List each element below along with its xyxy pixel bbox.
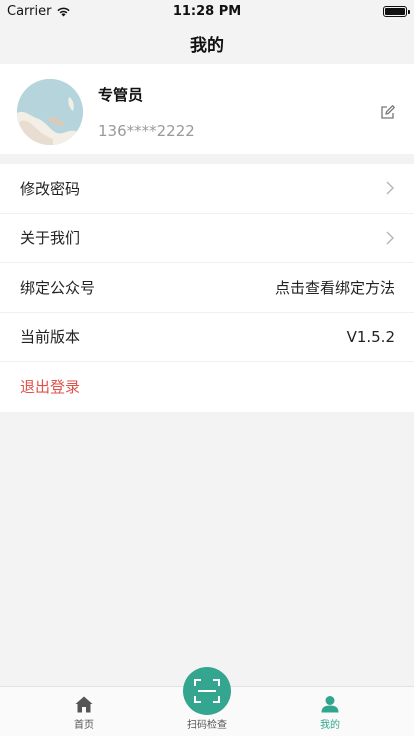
profile-name: 专管员 <box>98 86 144 104</box>
version-value: V1.5.2 <box>346 327 395 346</box>
menu-item-logout[interactable]: 退出登录 <box>0 362 414 412</box>
edit-icon[interactable] <box>380 104 396 120</box>
home-icon <box>75 696 93 713</box>
chevron-right-icon <box>386 231 394 245</box>
wifi-icon <box>57 7 71 16</box>
scan-icon <box>194 679 220 703</box>
profile-phone: 136****2222 <box>98 122 195 140</box>
menu-item-label: 当前版本 <box>20 328 81 347</box>
menu-item-label: 关于我们 <box>20 229 81 248</box>
logout-button[interactable]: 退出登录 <box>20 376 80 397</box>
status-bar: Carrier 11:28 PM <box>0 0 414 22</box>
page-title: 我的 <box>190 35 224 56</box>
settings-menu: 修改密码 关于我们 绑定公众号 点击查看绑定方法 当前版本 V1.5.2 退出登… <box>0 164 414 412</box>
menu-item-change-password[interactable]: 修改密码 <box>0 164 414 214</box>
menu-item-bind-account[interactable]: 绑定公众号 点击查看绑定方法 <box>0 263 414 313</box>
menu-item-version: 当前版本 V1.5.2 <box>0 313 414 362</box>
menu-item-label: 绑定公众号 <box>20 278 96 297</box>
navigation-bar: 我的 <box>0 22 414 64</box>
person-icon <box>321 696 339 713</box>
tab-home[interactable]: 首页 <box>44 687 124 736</box>
bind-method-link[interactable]: 点击查看绑定方法 <box>275 277 395 298</box>
battery-icon <box>383 5 410 17</box>
tab-mine[interactable]: 我的 <box>290 687 370 736</box>
menu-item-label: 修改密码 <box>20 179 81 198</box>
chevron-right-icon <box>386 181 394 195</box>
profile-card[interactable]: 专管员 136****2222 <box>0 64 414 154</box>
menu-item-about-us[interactable]: 关于我们 <box>0 214 414 263</box>
scan-button[interactable] <box>183 667 231 715</box>
avatar[interactable] <box>17 79 83 145</box>
tab-label: 我的 <box>320 720 340 731</box>
tab-label: 扫码检查 <box>187 720 227 731</box>
tab-label: 首页 <box>74 720 94 731</box>
carrier-label: Carrier <box>7 3 52 19</box>
